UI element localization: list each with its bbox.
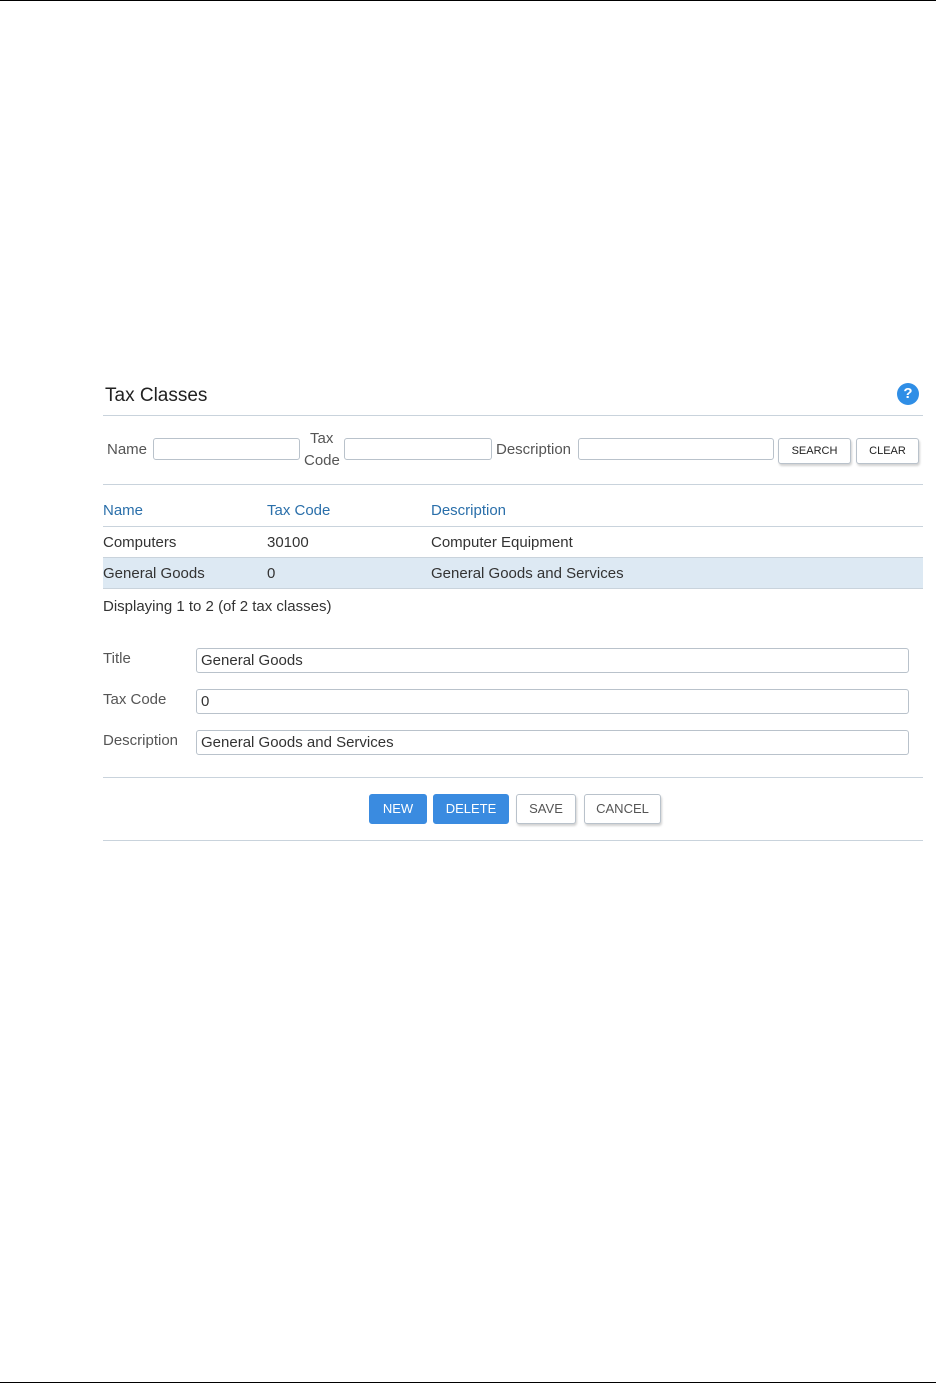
- search-tax-code-label-line1: Tax: [310, 430, 334, 447]
- panel-header: Tax Classes ?: [103, 380, 923, 416]
- cell-description: Computer Equipment: [431, 526, 923, 558]
- cancel-button[interactable]: CANCEL: [584, 794, 661, 824]
- page-top-rule: [0, 0, 936, 1]
- save-button[interactable]: SAVE: [516, 794, 576, 824]
- cell-tax-code: 30100: [267, 526, 431, 558]
- panel-title: Tax Classes: [105, 385, 208, 406]
- clear-button[interactable]: CLEAR: [856, 438, 919, 464]
- column-header-name[interactable]: Name: [103, 494, 267, 527]
- page-bottom-rule: [0, 1382, 936, 1383]
- table-header-row: Name Tax Code Description: [103, 494, 923, 527]
- display-count: Displaying 1 to 2 (of 2 tax classes): [103, 598, 332, 615]
- tax-classes-table: Name Tax Code Description Computers 3010…: [103, 494, 923, 589]
- form-row-description: Description: [103, 730, 923, 756]
- search-name-label: Name: [107, 441, 148, 458]
- search-button[interactable]: SEARCH: [778, 438, 851, 464]
- table-row-selected[interactable]: General Goods 0 General Goods and Servic…: [103, 557, 923, 589]
- delete-button[interactable]: DELETE: [433, 794, 509, 824]
- cell-description: General Goods and Services: [431, 557, 923, 589]
- title-label: Title: [103, 650, 131, 667]
- tax-classes-panel: Tax Classes ? Name Tax Code Description …: [103, 380, 923, 841]
- search-tax-code-input[interactable]: [344, 438, 492, 460]
- title-input[interactable]: [196, 648, 909, 673]
- column-header-tax-code[interactable]: Tax Code: [267, 494, 431, 527]
- tax-code-label: Tax Code: [103, 691, 167, 708]
- search-name-input[interactable]: [153, 438, 300, 460]
- form-row-title: Title: [103, 648, 923, 674]
- description-input[interactable]: [196, 730, 909, 755]
- cell-name: General Goods: [103, 557, 267, 589]
- help-icon[interactable]: ?: [897, 383, 919, 405]
- tax-code-input[interactable]: [196, 689, 909, 714]
- search-bar: Name Tax Code Description SEARCH CLEAR: [103, 416, 923, 485]
- search-description-input[interactable]: [578, 438, 774, 460]
- search-description-label: Description: [496, 441, 572, 458]
- column-header-description[interactable]: Description: [431, 494, 923, 527]
- cell-tax-code: 0: [267, 557, 431, 589]
- form-row-tax-code: Tax Code: [103, 689, 923, 715]
- description-label: Description: [103, 732, 179, 749]
- cell-name: Computers: [103, 526, 267, 558]
- new-button[interactable]: NEW: [369, 794, 427, 824]
- search-tax-code-label-line2: Code: [304, 452, 340, 469]
- table-row[interactable]: Computers 30100 Computer Equipment: [103, 526, 923, 558]
- action-bar: NEW DELETE SAVE CANCEL: [103, 777, 923, 841]
